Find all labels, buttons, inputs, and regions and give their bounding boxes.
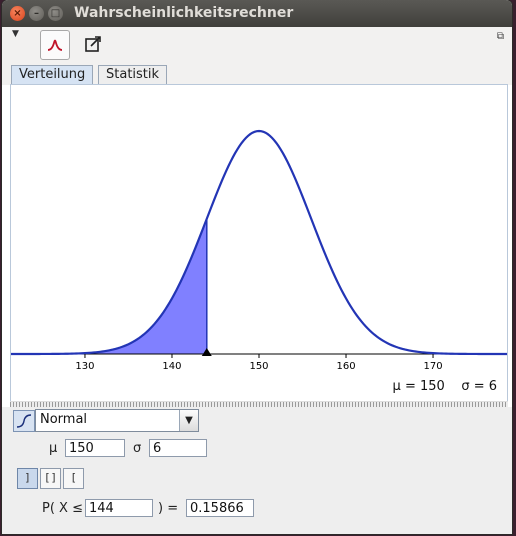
upper-bound-input[interactable] (85, 499, 153, 517)
left-sided-button[interactable]: ] (17, 468, 38, 489)
app-window: × – □ Wahrscheinlichkeitsrechner ▼ ⧉ Ver… (2, 0, 512, 534)
export-icon (85, 36, 101, 52)
x-tick-label: 150 (249, 361, 268, 372)
sigma-param-text: σ = 6 (461, 379, 497, 394)
cumulative-curve-icon (16, 414, 32, 428)
toolbar: ▼ ⧉ (2, 27, 512, 63)
distribution-select[interactable]: Normal ▼ (35, 409, 199, 432)
toolbar-menu-icon[interactable]: ▼ (12, 29, 19, 39)
distribution-chart: 130 140 150 160 170 (11, 129, 507, 372)
probability-equals-label: ) = (158, 501, 179, 516)
x-tick-label: 170 (423, 361, 442, 372)
x-tick-label: 130 (75, 361, 94, 372)
sigma-input[interactable] (149, 439, 207, 457)
dock-icon[interactable]: ⧉ (497, 31, 504, 42)
interval-button[interactable]: [] (40, 468, 61, 489)
density-curve (11, 129, 507, 356)
x-tick-label: 140 (162, 361, 181, 372)
close-window-button[interactable]: × (10, 6, 25, 21)
chevron-down-icon[interactable]: ▼ (179, 410, 198, 431)
sigma-label: σ (133, 441, 142, 456)
export-button[interactable] (79, 30, 107, 58)
result-field (186, 499, 254, 517)
distribution-plot: 130 140 150 160 170 μ = 150 σ = 6 (10, 84, 508, 402)
tab-statistics[interactable]: Statistik (98, 65, 168, 85)
cumulative-toggle-button[interactable] (13, 410, 35, 432)
x-tick-label: 160 (336, 361, 355, 372)
minimize-window-button[interactable]: – (29, 6, 44, 21)
params-label: μ = 150 σ = 6 (393, 379, 497, 394)
mu-label: μ (49, 441, 58, 456)
title-bar: × – □ Wahrscheinlichkeitsrechner (2, 0, 512, 27)
tab-bar: Verteilung Statistik (2, 63, 512, 85)
distribution-icon (47, 39, 63, 51)
controls-panel: Normal ▼ μ σ ] [] [ P( X ≤ ) = (2, 407, 512, 534)
mu-param-text: μ = 150 (392, 379, 445, 394)
maximize-window-button[interactable]: □ (48, 6, 63, 21)
tab-distribution[interactable]: Verteilung (11, 65, 94, 85)
window-title: Wahrscheinlichkeitsrechner (74, 5, 294, 21)
distribution-select-value: Normal (40, 412, 88, 427)
mu-input[interactable] (65, 439, 125, 457)
probability-prefix-label: P( X ≤ (42, 501, 83, 516)
distribution-view-button[interactable] (40, 30, 70, 60)
right-sided-button[interactable]: [ (63, 468, 84, 489)
